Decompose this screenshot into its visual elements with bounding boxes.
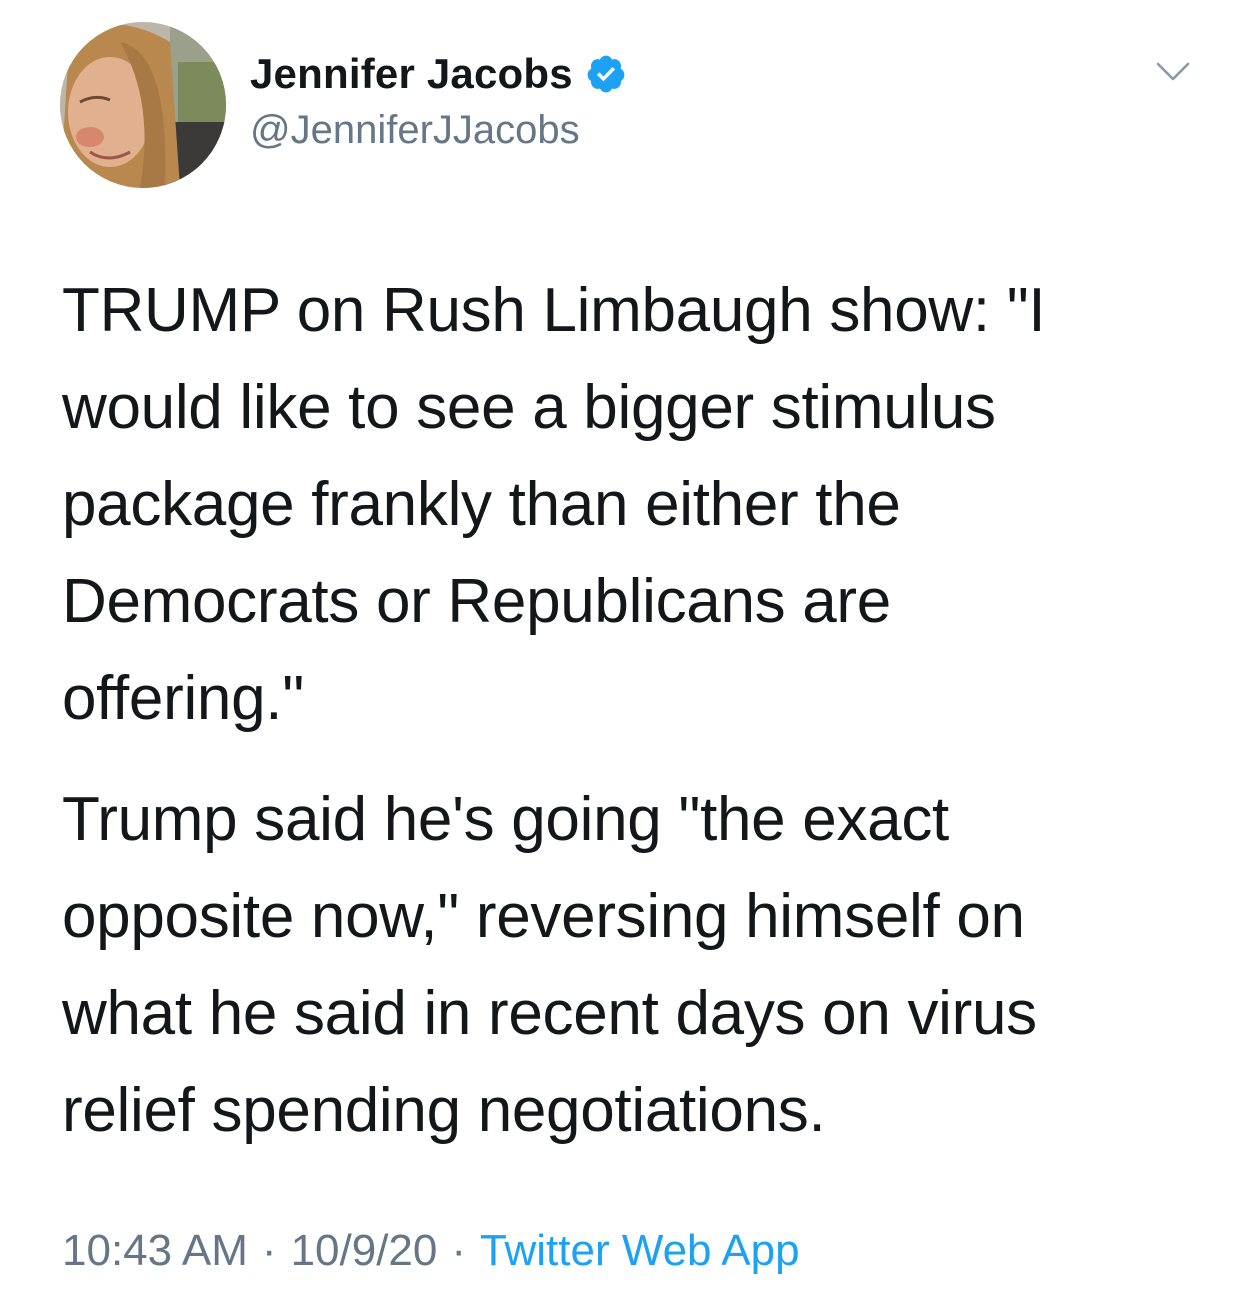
tweet-card: Jennifer Jacobs @JenniferJJacobs TRUMP o…: [0, 0, 1242, 1306]
tweet-metadata: 10:43 AM · 10/9/20 · Twitter Web App: [62, 1226, 800, 1276]
display-name[interactable]: Jennifer Jacobs: [250, 50, 573, 98]
author-block: Jennifer Jacobs @JenniferJJacobs: [250, 48, 627, 153]
separator-dot: ·: [451, 1226, 467, 1275]
tweet-source-link[interactable]: Twitter Web App: [480, 1226, 800, 1275]
tweet-paragraph: Trump said he's going "the exact opposit…: [62, 785, 1037, 1145]
verified-badge-icon: [585, 53, 627, 95]
tweet-paragraph: TRUMP on Rush Limbaugh show: "I would li…: [62, 276, 1046, 733]
avatar[interactable]: [60, 22, 226, 188]
user-handle[interactable]: @JenniferJJacobs: [250, 108, 627, 153]
avatar-image: [60, 22, 226, 188]
chevron-down-icon[interactable]: [1155, 60, 1191, 84]
separator-dot: ·: [261, 1226, 277, 1275]
tweet-text: TRUMP on Rush Limbaugh show: "I would li…: [62, 262, 1182, 1159]
name-row: Jennifer Jacobs: [250, 48, 627, 100]
tweet-time[interactable]: 10:43 AM: [62, 1226, 248, 1275]
tweet-date[interactable]: 10/9/20: [291, 1226, 438, 1275]
